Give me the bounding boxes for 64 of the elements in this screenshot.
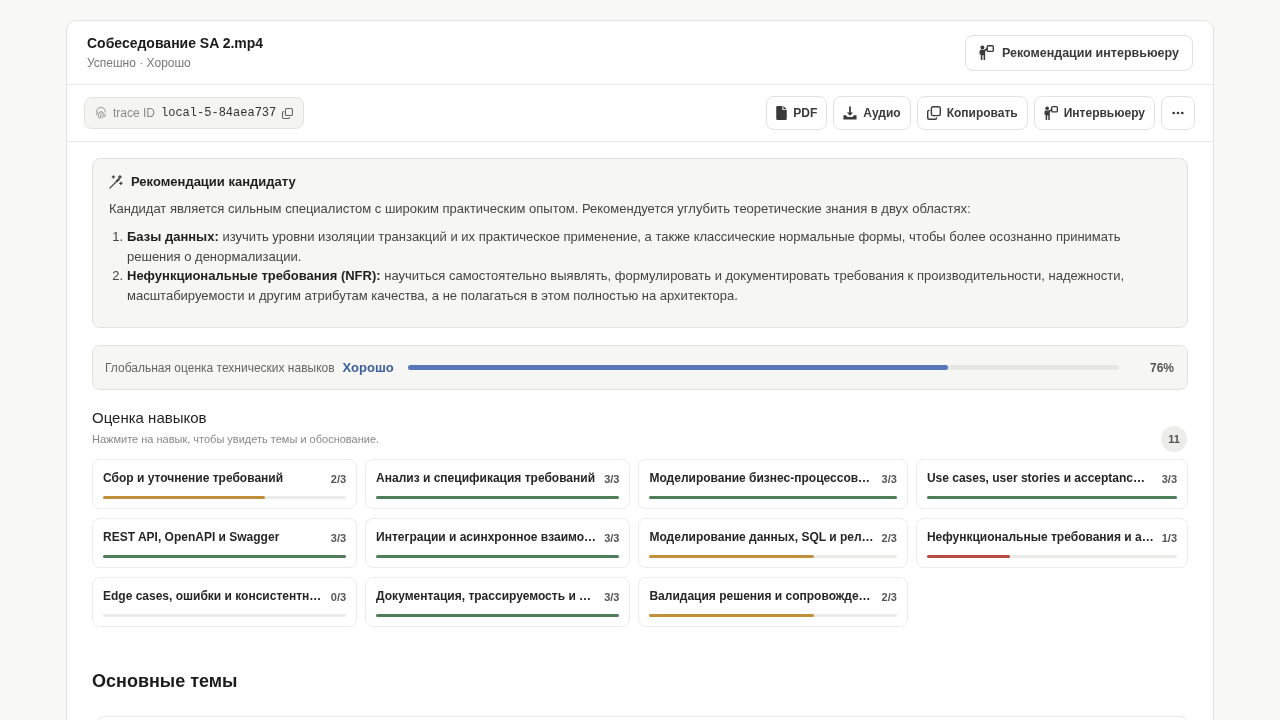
presenter-icon [1043, 106, 1058, 120]
skill-card[interactable]: REST API, OpenAPI и Swagger 3/3 [92, 518, 358, 568]
copy-icon [926, 106, 941, 120]
count-badge: 11 [1161, 426, 1187, 452]
skill-name: Моделирование данных, SQL и рел… [649, 529, 874, 546]
skill-name: Анализ и спецификация требований [376, 470, 596, 487]
main-topics-title: Основные темы [92, 670, 239, 693]
file-title: Собеседование SA 2.mp4 [87, 34, 264, 53]
skill-score: 3/3 [604, 590, 620, 603]
copy-icon[interactable] [282, 107, 294, 119]
magic-wand-icon [109, 175, 123, 189]
skills-hint: Нажмите на навык, чтобы увидеть темы и обоснование. [92, 432, 380, 447]
list-number: 1. [111, 228, 124, 246]
skill-name: Edge cases, ошибки и консистентн… [103, 588, 322, 605]
skill-card[interactable]: Моделирование данных, SQL и рел… 2/3 [638, 518, 908, 568]
global-score-label: Глобальная оценка технических навыков [105, 360, 335, 375]
interviewer-recommendations-button[interactable]: Рекомендации интервьюеру [964, 34, 1193, 71]
trace-id-value: local-5-84aea737 [161, 106, 277, 120]
more-icon [1172, 111, 1184, 115]
skill-name: Нефункциональные требования и а… [926, 529, 1154, 546]
skill-score: 3/3 [330, 531, 347, 544]
skill-card[interactable]: Edge cases, ошибки и консистентн… 0/3 [92, 577, 358, 627]
status-text: Успешно · Хорошо [87, 55, 192, 72]
skill-card[interactable]: Интеграции и асинхронное взаимо… 3/3 [365, 518, 631, 568]
skill-score: 2/3 [881, 531, 897, 544]
skill-score: 3/3 [604, 531, 620, 544]
skill-name: Use cases, user stories и acceptanc… [926, 470, 1146, 487]
skill-score: 2/3 [330, 472, 347, 485]
interviewer-button[interactable]: Интервьюеру [1033, 96, 1155, 130]
skill-score: 3/3 [1161, 472, 1177, 485]
skill-card[interactable]: Документация, трассируемость и … 3/3 [365, 577, 631, 627]
list-number: 2. [111, 267, 124, 285]
skill-score: 0/3 [330, 590, 347, 603]
skill-card[interactable]: Анализ и спецификация требований 3/3 [365, 459, 631, 509]
skill-score: 2/3 [881, 590, 897, 603]
skill-score: 3/3 [604, 472, 620, 485]
skill-name: Моделирование бизнес-процессов… [649, 470, 871, 487]
trace-id-label: trace ID [113, 106, 155, 120]
pdf-button[interactable]: PDF [766, 96, 828, 130]
skill-name: Интеграции и асинхронное взаимо… [376, 529, 597, 546]
global-score-percent: 76% [1148, 360, 1174, 375]
copy-button[interactable]: Копировать [916, 96, 1028, 130]
skill-name: Валидация решения и сопровожде… [649, 588, 871, 605]
download-icon [843, 106, 858, 120]
skill-name: Документация, трассируемость и … [376, 588, 592, 605]
skill-name: REST API, OpenAPI и Swagger [103, 529, 280, 546]
file-icon [776, 106, 788, 120]
skill-score: 1/3 [1161, 531, 1177, 544]
skill-card[interactable]: Сбор и уточнение требований 2/3 [92, 459, 358, 509]
skill-card[interactable]: Нефункциональные требования и а… 1/3 [915, 518, 1188, 568]
recommendations-intro: Кандидат является сильным специалистом с широким практическим опытом. Рекомендуется углубить теоретические знания в двух областях: [109, 200, 972, 218]
skill-name: Сбор и уточнение требований [103, 470, 284, 487]
skill-card[interactable]: Моделирование бизнес-процессов… 3/3 [638, 459, 908, 509]
recommendations-title: Рекомендации кандидату [131, 173, 296, 191]
presenter-icon [978, 45, 994, 60]
skill-card[interactable]: Use cases, user stories и acceptanc… 3/3 [915, 459, 1188, 509]
global-score-rating: Хорошо [342, 360, 394, 375]
fingerprint-icon [95, 107, 107, 119]
recommendation-text: Нефункциональные требования (NFR): научиться самостоятельно выявлять, формулировать и документировать требования к производительности, надежности, масштабируемости и другим атрибутам качества, а не полагаться в этом полностью на архитектора. [127, 267, 1125, 305]
skill-card[interactable]: Валидация решения и сопровожде… 2/3 [638, 577, 908, 627]
recommendation-text: Базы данных: изучить уровни изоляции транзакций и их практическое применение, а также классические нормальные формы, чтобы более осознанно принимать решения о денормализации. [127, 228, 1122, 266]
audio-download-button[interactable]: Аудио [833, 96, 911, 130]
skills-title: Оценка навыков [92, 408, 208, 428]
skill-score: 3/3 [881, 472, 897, 485]
